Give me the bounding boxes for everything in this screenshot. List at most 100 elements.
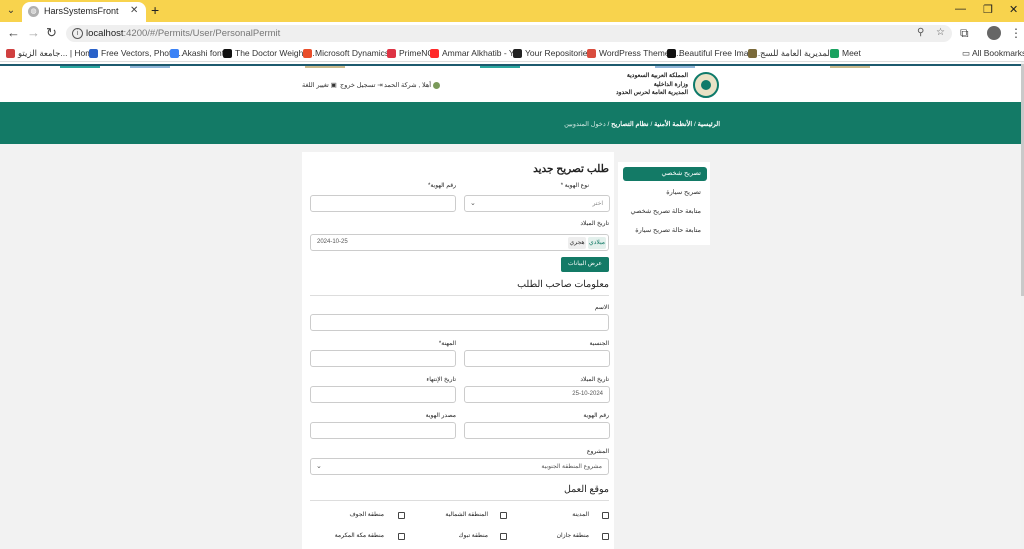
location-label: منطقة تبوك [458, 533, 488, 539]
menu-icon[interactable]: ⋮ [1010, 26, 1022, 40]
profile-avatar[interactable] [987, 26, 1001, 40]
id-number2-input[interactable] [464, 422, 610, 439]
bookmark-favicon-icon [667, 48, 676, 58]
bookmark-item[interactable]: The Doctor Weighs... [223, 48, 315, 58]
close-tab-icon[interactable]: ✕ [130, 5, 138, 16]
bookmark-favicon-icon [587, 48, 596, 58]
location-checkbox[interactable] [602, 512, 609, 519]
sidebar-item-vehicle-permit[interactable]: تصريح سيارة [623, 186, 707, 200]
dob-input[interactable]: 25-10-2024 [464, 386, 610, 403]
birth-date-value: 2024-10-25 [317, 239, 348, 245]
id-number2-label: رقم الهوية [583, 413, 609, 419]
location-checkbox[interactable] [602, 533, 609, 540]
back-icon[interactable]: ← [7, 25, 20, 40]
url-text[interactable]: localhost:4200/#/Permits/User/PersonalPe… [86, 28, 280, 39]
bookmark-favicon-icon [6, 49, 15, 58]
id-type-select[interactable]: اختر ⌄ [464, 195, 610, 212]
gregorian-toggle[interactable]: ميلادي [588, 237, 606, 249]
sidebar-item-track-personal-permit[interactable]: متابعة حالة تصريح شخصي [623, 205, 707, 219]
expiry-date-label: تاريخ الإنتهاء [426, 377, 456, 383]
location-label: منطقة جازان [556, 533, 589, 539]
bookmark-item[interactable]: المديرية العامة للسج... [748, 48, 839, 59]
bookmark-item[interactable]: Meet [830, 48, 861, 58]
section-divider [310, 500, 609, 501]
bookmark-item[interactable]: PrimeNG [387, 48, 434, 58]
zoom-icon[interactable]: ⚲ [917, 27, 924, 38]
location-checkbox[interactable] [500, 533, 507, 540]
birth-date-label: تاريخ الميلاد [580, 221, 609, 227]
tab-title: HarsSystemsFront [44, 6, 119, 16]
name-input[interactable] [310, 314, 609, 331]
form-title: طلب تصريح جديد [533, 163, 609, 175]
nationality-input[interactable] [464, 350, 610, 367]
close-window-icon[interactable]: ✕ [1009, 3, 1018, 16]
bookmark-item[interactable]: Akashi font [170, 48, 224, 58]
bookmark-favicon-icon [513, 48, 522, 58]
id-source-label: مصدر الهوية [425, 413, 456, 419]
chevron-down-icon: ⌄ [316, 463, 322, 470]
browser-tab[interactable]: ◍ HarsSystemsFront ✕ [22, 2, 146, 22]
bookmark-favicon-icon [430, 48, 439, 58]
reload-icon[interactable]: ↻ [46, 25, 57, 41]
logout-link[interactable]: تسجيل خروج ⇥ [340, 81, 383, 89]
bookmark-label: Microsoft Dynamics... [315, 48, 397, 58]
expiry-date-input[interactable] [310, 386, 456, 403]
bookmark-item[interactable]: Microsoft Dynamics... [303, 48, 396, 58]
language-label: تغيير اللغة [302, 82, 329, 89]
bookmark-star-icon[interactable]: ☆ [936, 27, 945, 38]
bookmark-label: المديرية العامة للسج... [760, 48, 839, 58]
location-checkbox[interactable] [398, 533, 405, 540]
forward-icon[interactable]: → [27, 25, 40, 40]
id-source-input[interactable] [310, 422, 456, 439]
top-header [0, 68, 1024, 102]
birth-date-input[interactable]: 2024-10-25 ميلادي هجري [310, 234, 609, 251]
address-bar[interactable]: i localhost:4200/#/Permits/User/Personal… [66, 25, 952, 42]
bookmark-item[interactable]: Beautiful Free Imag... [667, 48, 760, 58]
border-guard-logo [693, 72, 719, 98]
nationality-label: الجنسية [589, 341, 609, 347]
dob-label: تاريخ الميلاد [580, 377, 609, 383]
tab-search-icon[interactable]: ⌄ [4, 4, 18, 18]
location-checkbox[interactable] [500, 512, 507, 519]
show-data-button[interactable]: عرض البيانات [561, 257, 609, 272]
extensions-icon[interactable]: ⧉ [960, 26, 969, 41]
id-type-label: نوع الهوية * [560, 183, 589, 189]
breadcrumb-systems[interactable]: الأنظمة الأمنية [654, 121, 692, 128]
breadcrumb-current: دخول المندوبين [564, 121, 606, 128]
org-line-3: المديرية العامة لحرس الحدود [615, 90, 688, 96]
project-label: المشروع [586, 449, 609, 455]
breadcrumb-home[interactable]: الرئيسية [698, 121, 720, 128]
sidebar-item-personal-permit[interactable]: تصريح شخصي [623, 167, 707, 181]
bookmark-favicon-icon [748, 49, 757, 58]
url-path: :4200/#/Permits/User/PersonalPermit [123, 28, 281, 39]
bookmark-item[interactable]: جامعة الزيتو... | Home [6, 48, 97, 59]
location-checkbox[interactable] [398, 512, 405, 519]
logout-icon: ⇥ [377, 82, 383, 89]
bookmark-label: Akashi font [182, 48, 225, 58]
hijri-toggle[interactable]: هجري [568, 237, 586, 249]
location-label: المدينة [572, 512, 589, 518]
id-number-input[interactable] [310, 195, 456, 212]
change-language-link[interactable]: تغيير اللغة ▣ [302, 81, 337, 89]
site-info-icon[interactable]: i [72, 28, 83, 39]
dob-value: 25-10-2024 [572, 391, 603, 397]
all-bookmarks-label: All Bookmarks [971, 48, 1024, 58]
profession-input[interactable] [310, 350, 456, 367]
chevron-down-icon: ⌄ [470, 200, 476, 207]
bookmark-label: PrimeNG [399, 48, 434, 58]
bookmark-item[interactable]: Ammar Alkhatib - Y... [430, 48, 521, 58]
project-select[interactable]: مشروع المنطقة الجنوبية ⌄ [310, 458, 609, 475]
sidebar-item-track-vehicle-permit[interactable]: متابعة حالة تصريح سيارة [623, 224, 707, 238]
breadcrumb-permits[interactable]: نظام التصاريح [611, 121, 648, 128]
profession-label: المهنة* [438, 341, 456, 347]
restore-icon[interactable]: ❐ [983, 3, 993, 16]
id-type-placeholder: اختر [592, 201, 604, 207]
bookmark-favicon-icon [223, 48, 232, 58]
work-location-title: موقع العمل [563, 484, 609, 495]
minimize-icon[interactable]: — [955, 3, 966, 15]
section-divider [310, 295, 609, 296]
new-tab-icon[interactable]: + [151, 2, 159, 18]
bookmark-item[interactable]: Your Repositories [513, 48, 592, 58]
all-bookmarks[interactable]: ▭ All Bookmarks [962, 48, 1024, 59]
id-number-label: رقم الهوية* [427, 183, 456, 189]
